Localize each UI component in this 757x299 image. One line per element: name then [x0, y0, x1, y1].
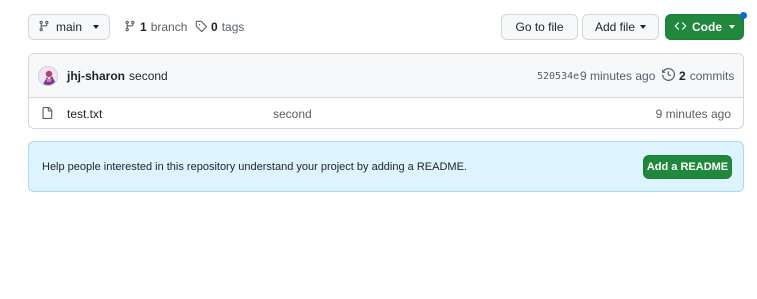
readme-banner-text: Help people interested in this repositor…: [42, 160, 467, 173]
commits-link[interactable]: 2 commits: [662, 54, 734, 98]
repo-toolbar: main 1 branch 0 tags Go to file Add file…: [28, 14, 744, 40]
add-file-label: Add file: [594, 20, 636, 34]
file-commit-message[interactable]: second: [273, 98, 312, 128]
avatar[interactable]: [38, 66, 58, 86]
file-name[interactable]: test.txt: [67, 98, 102, 128]
add-readme-button[interactable]: Add a README: [643, 155, 732, 179]
code-label: Code: [692, 20, 722, 34]
caret-down-icon: [640, 25, 647, 29]
file-commit-time: 9 minutes ago: [655, 106, 731, 121]
readme-banner: Help people interested in this repositor…: [28, 141, 744, 192]
branches-link[interactable]: 1 branch: [124, 14, 187, 40]
file-icon: [41, 106, 53, 123]
branches-label: branch: [150, 20, 188, 34]
code-icon: [674, 20, 687, 35]
go-to-file-button[interactable]: Go to file: [501, 14, 578, 40]
commit-author[interactable]: jhj-sharon: [67, 69, 125, 83]
tag-icon: [195, 20, 207, 35]
caret-down-icon: [93, 25, 100, 29]
tags-link[interactable]: 0 tags: [195, 14, 244, 40]
notification-dot: [740, 12, 747, 19]
commit-time: 9 minutes ago: [580, 69, 656, 83]
branch-select-button[interactable]: main: [28, 14, 110, 40]
file-row: test.txt second 9 minutes ago: [29, 98, 743, 128]
file-table: jhj-sharon second 520534e 9 minutes ago …: [28, 53, 744, 129]
history-icon: [662, 67, 676, 84]
git-branch-icon: [38, 20, 50, 35]
commit-author-message: jhj-sharon second: [67, 54, 168, 98]
tags-label: tags: [221, 20, 245, 34]
caret-down-icon: [729, 25, 735, 29]
commit-sha[interactable]: 520534e: [537, 54, 579, 98]
git-branch-icon: [124, 20, 136, 35]
commits-label: commits: [689, 69, 735, 83]
branches-count: 1: [140, 20, 147, 34]
commit-message[interactable]: second: [129, 69, 168, 83]
commits-count: 2: [679, 69, 686, 83]
branch-name: main: [56, 20, 83, 34]
go-to-file-label: Go to file: [515, 20, 564, 34]
latest-commit-row: jhj-sharon second 520534e 9 minutes ago …: [29, 54, 743, 98]
tags-count: 0: [211, 20, 218, 34]
code-button[interactable]: Code: [665, 14, 744, 40]
add-file-button[interactable]: Add file: [582, 14, 659, 40]
